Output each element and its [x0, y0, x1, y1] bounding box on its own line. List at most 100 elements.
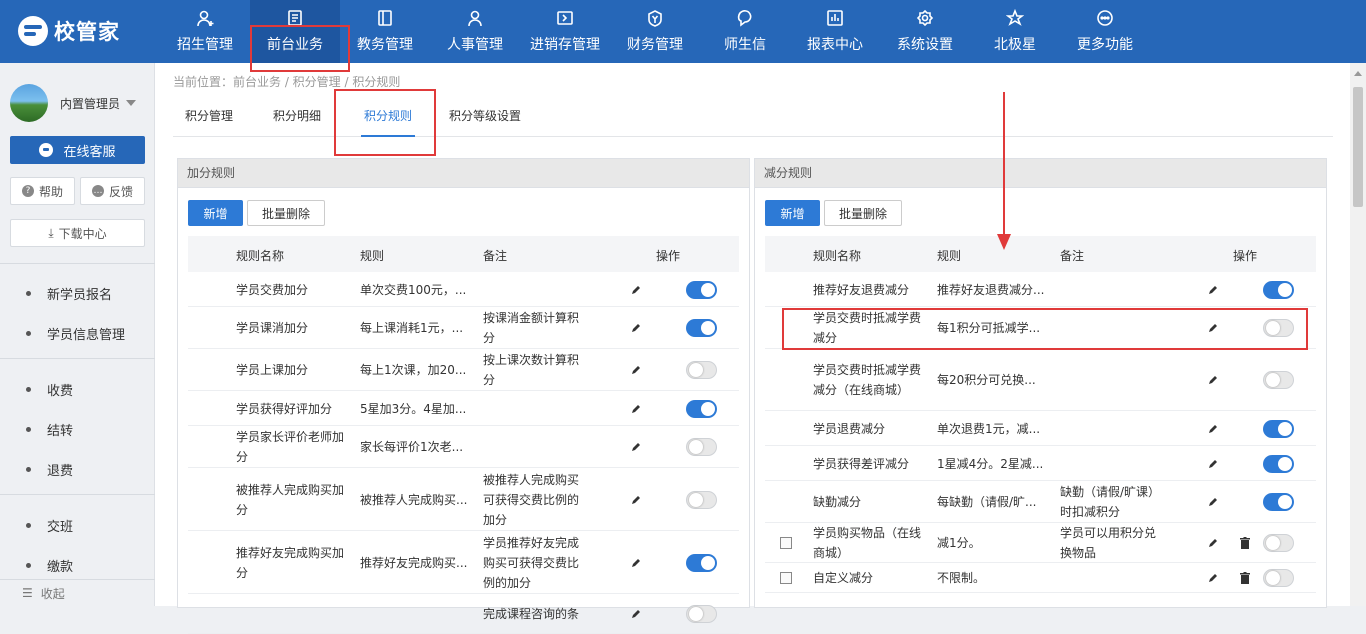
table-row: 完成课程咨询的条	[188, 594, 739, 634]
table-row: 推荐好友退费减分 推荐好友退费减分...	[765, 272, 1316, 307]
user-menu[interactable]: 内置管理员	[10, 83, 150, 123]
table-cell: 学员交费时抵减学费减分（在线商城）	[813, 349, 925, 411]
column-rule: 规则	[937, 249, 962, 263]
sidebar-item-new-student[interactable]: 新学员报名	[0, 273, 155, 313]
nav-item-1[interactable]: 前台业务	[250, 0, 340, 63]
enable-toggle[interactable]	[686, 438, 717, 456]
enable-toggle[interactable]	[1263, 319, 1294, 337]
table-row: 学员交费时抵减学费减分 每1积分可抵减学...	[765, 307, 1316, 349]
edit-icon[interactable]	[630, 494, 642, 506]
nav-item-5[interactable]: 财务管理	[610, 0, 700, 63]
enable-toggle[interactable]	[1263, 534, 1294, 552]
batch-delete-button[interactable]: 批量删除	[247, 200, 325, 226]
nav-item-9[interactable]: 北极星	[970, 0, 1060, 63]
enable-toggle[interactable]	[686, 399, 717, 418]
batch-delete-button[interactable]: 批量删除	[824, 200, 902, 226]
tab-points-rules[interactable]: 积分规则	[361, 107, 415, 137]
edit-icon[interactable]	[630, 322, 642, 334]
cell-rule: 单次退费1元，减...	[937, 421, 1041, 436]
inventory-icon	[556, 9, 574, 27]
table-cell: 完成课程咨询的条	[483, 594, 588, 634]
sidebar-item-label: 新学员报名	[47, 287, 113, 303]
page-scrollbar[interactable]	[1350, 63, 1366, 606]
chart-icon	[826, 9, 844, 27]
nav-item-7[interactable]: 报表中心	[790, 0, 880, 63]
table-cell	[1060, 411, 1165, 446]
edit-icon[interactable]	[1207, 284, 1219, 296]
enable-toggle[interactable]	[1263, 280, 1294, 299]
tab-points-management[interactable]: 积分管理	[185, 107, 233, 137]
enable-toggle[interactable]	[686, 553, 717, 572]
cell-rule: 推荐好友完成购买...	[360, 555, 468, 570]
sidebar-item-carryover[interactable]: 结转	[0, 409, 155, 449]
annotation-arrow-icon	[997, 92, 1011, 250]
collapse-button[interactable]: ☰ 收起	[0, 579, 155, 606]
help-label: 帮助	[38, 184, 63, 199]
add-rule-button[interactable]: 新增	[765, 200, 820, 226]
edit-icon[interactable]	[1207, 537, 1219, 549]
nav-item-8[interactable]: 系统设置	[880, 0, 970, 63]
trash-icon[interactable]	[1240, 572, 1250, 584]
enable-toggle[interactable]	[686, 280, 717, 299]
row-checkbox[interactable]	[780, 572, 792, 584]
nav-item-0[interactable]: 招生管理	[160, 0, 250, 63]
edit-icon[interactable]	[1207, 496, 1219, 508]
download-center-button[interactable]: ⤓ 下载中心	[10, 219, 145, 247]
edit-icon[interactable]	[1207, 423, 1219, 435]
nav-item-label: 前台业务	[267, 37, 323, 53]
feedback-button[interactable]: … 反馈	[80, 177, 145, 205]
nav-item-4[interactable]: 进销存管理	[520, 0, 610, 63]
app-logo[interactable]: 校管家	[18, 14, 128, 48]
enable-toggle[interactable]	[686, 605, 717, 623]
edit-icon[interactable]	[1207, 458, 1219, 470]
nav-item-10[interactable]: 更多功能	[1060, 0, 1150, 63]
trash-icon[interactable]	[1240, 537, 1250, 549]
enable-toggle[interactable]	[1263, 454, 1294, 473]
scrollbar-thumb[interactable]	[1353, 87, 1363, 207]
scroll-up-icon[interactable]	[1354, 71, 1362, 76]
subtract-rules-panel: 减分规则 新增 批量删除 规则名称 规则 备注 操作 推荐好友退费减分 推荐好友退…	[754, 158, 1327, 608]
star-icon	[1006, 9, 1024, 27]
top-navigation-bar: 校管家 招生管理 前台业务 教务管理 人事管理 进销存管理 财务管理 师生信 报表中心 系统设置…	[0, 0, 1366, 63]
edit-icon[interactable]	[630, 608, 642, 620]
edit-icon[interactable]	[630, 441, 642, 453]
sidebar-item-student-info[interactable]: 学员信息管理	[0, 313, 155, 353]
enable-toggle[interactable]	[1263, 419, 1294, 438]
enable-toggle[interactable]	[686, 361, 717, 379]
table-cell: 家长每评价1次老...	[360, 426, 472, 468]
edit-icon[interactable]	[1207, 322, 1219, 334]
enable-toggle[interactable]	[686, 490, 717, 509]
gear-icon	[916, 9, 934, 27]
sidebar: 内置管理员 在线客服 ? 帮助 … 反馈 ⤓ 下载中心 新学员报名 学员信息管理…	[0, 63, 155, 606]
sidebar-item-shift[interactable]: 交班	[0, 505, 155, 545]
add-rule-button[interactable]: 新增	[188, 200, 243, 226]
edit-icon[interactable]	[1207, 572, 1219, 584]
nav-item-6[interactable]: 师生信	[700, 0, 790, 63]
table-cell: 按上课次数计算积分	[483, 349, 588, 391]
sidebar-item-label: 交班	[47, 519, 74, 535]
nav-item-2[interactable]: 教务管理	[340, 0, 430, 63]
sidebar-item-label: 收费	[47, 383, 74, 399]
enable-toggle[interactable]	[686, 319, 717, 337]
table-cell	[236, 594, 348, 634]
edit-icon[interactable]	[630, 557, 642, 569]
edit-icon[interactable]	[630, 403, 642, 415]
edit-icon[interactable]	[630, 284, 642, 296]
help-button[interactable]: ? 帮助	[10, 177, 75, 205]
sidebar-item-refund[interactable]: 退费	[0, 449, 155, 489]
edit-icon[interactable]	[1207, 374, 1219, 386]
tab-points-level-settings[interactable]: 积分等级设置	[449, 107, 521, 137]
edit-icon[interactable]	[630, 364, 642, 376]
enable-toggle[interactable]	[1263, 493, 1294, 511]
enable-toggle[interactable]	[1263, 569, 1294, 587]
nav-item-3[interactable]: 人事管理	[430, 0, 520, 63]
sidebar-item-charge[interactable]: 收费	[0, 369, 155, 409]
cell-name: 缺勤减分	[813, 495, 862, 509]
tab-points-detail[interactable]: 积分明细	[273, 107, 321, 137]
table-cell: 学员上课加分	[236, 349, 348, 391]
table-row: 学员课消加分 每上课消耗1元，... 按课消金额计算积分	[188, 307, 739, 349]
table-cell	[1060, 563, 1165, 593]
enable-toggle[interactable]	[1263, 371, 1294, 389]
row-checkbox[interactable]	[780, 537, 792, 549]
online-service-button[interactable]: 在线客服	[10, 136, 145, 164]
